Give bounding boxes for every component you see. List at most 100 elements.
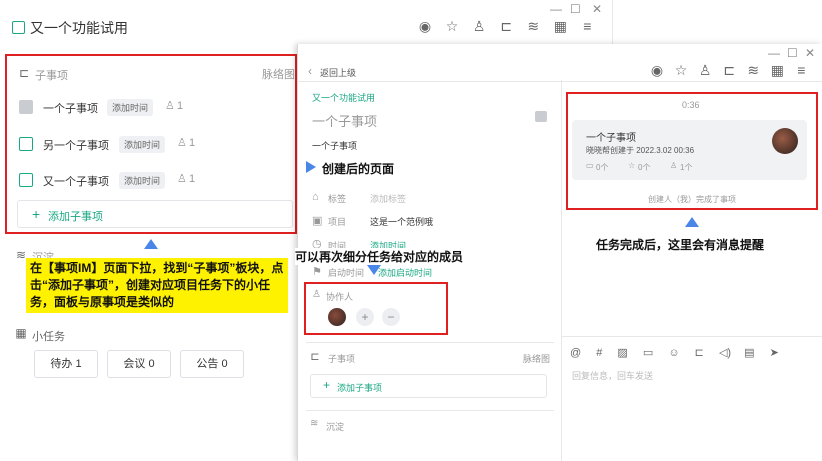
members-icon[interactable]: ♙ (470, 18, 488, 35)
start-time-label: 启动时间 (328, 268, 365, 278)
add-time-tag[interactable]: 添加时间 (119, 136, 166, 153)
back-chevron-icon[interactable]: ‹ (308, 64, 312, 78)
message-input[interactable]: 回复信息，回车发送 (572, 369, 653, 382)
subtasks-panel: ⊏ 子事项 脉络图 一个子事项 添加时间 ♙ 1 另一个子事项 添加时间 ♙ 1… (5, 54, 297, 234)
image-icon[interactable]: ▨ (617, 347, 627, 359)
subtask-icon[interactable]: ⊏ (695, 347, 704, 359)
layers-icon[interactable]: ≋ (524, 18, 542, 35)
subtask-count: 0个 (596, 163, 609, 172)
eye-icon[interactable]: ◉ (416, 18, 434, 35)
tag-label: 标签 (328, 194, 347, 204)
overlay-close-button[interactable]: ✕ (805, 46, 815, 60)
system-message: 创建人（我）完成了事项 (648, 195, 736, 204)
back-link[interactable]: 返回上级 (320, 66, 356, 79)
archive-icon: ≋ (310, 418, 319, 429)
notice-button[interactable]: 公告 0 (180, 350, 244, 378)
parent-link[interactable]: 又一个功能试用 (312, 91, 375, 104)
mail-icon[interactable] (535, 111, 547, 122)
detail-mindmap-link[interactable]: 脉络图 (523, 352, 550, 365)
member-icon: ♙ (165, 100, 175, 112)
subtask-icon[interactable]: ⊏ (497, 18, 515, 35)
card-title: 一个子事项 (586, 133, 636, 144)
avatar[interactable] (328, 308, 346, 326)
project-value[interactable]: 这是一个范例哦 (370, 215, 433, 228)
detail-title: 一个子事项 (312, 114, 378, 129)
member-count: 1 (189, 137, 196, 149)
member-icon: ♙ (177, 173, 187, 185)
collaborators-box: ♙ 协作人 + − (304, 282, 448, 335)
add-time-tag[interactable]: 添加时间 (107, 99, 154, 116)
small-tasks-header: 小任务 (32, 331, 65, 343)
subtask-label[interactable]: 另一个子事项 (43, 137, 109, 153)
apps-icon[interactable]: ▦ (768, 62, 786, 79)
detail-archive-label: 沉淀 (326, 422, 345, 432)
subtask-label[interactable]: 一个子事项 (43, 100, 98, 116)
subtask-count-icon: ▭ (586, 161, 594, 170)
audio-icon[interactable]: ◁) (719, 347, 731, 359)
apps-icon[interactable]: ▦ (551, 18, 569, 35)
meeting-button[interactable]: 会议 0 (107, 350, 171, 378)
star-icon[interactable]: ☆ (443, 18, 461, 35)
subtasks-header: 子事项 (35, 70, 68, 82)
mindmap-link[interactable]: 脉络图 (262, 66, 295, 82)
instruction-note: 在【事项IM】页面下拉，找到“子事项”板块，点击“添加子事项”，创建对应项目任务… (26, 258, 288, 313)
hash-icon[interactable]: # (596, 347, 602, 359)
folder-icon[interactable]: ▭ (643, 347, 653, 359)
list-item[interactable]: 又一个子事项 添加时间 ♙ 1 (19, 171, 289, 191)
chat-toolbar: @ # ▨ ▭ ☺ ⊏ ◁) ▤ ➤ (570, 346, 779, 359)
overlay-toolbar: ◉ ☆ ♙ ⊏ ≋ ▦ ≡ (648, 62, 810, 79)
created-page-callout: 创建后的页面 (322, 162, 395, 176)
callout-arrow-up (685, 217, 699, 227)
flag-icon: ⚑ (312, 266, 322, 278)
add-subtask-button[interactable]: + 添加子事项 (17, 200, 293, 228)
task-card[interactable]: 一个子事项 晓晓帮创建于 2022.3.02 00:36 ▭ 0个 ☆ 0个 ♙… (572, 120, 807, 180)
emoji-icon[interactable]: ☺ (668, 347, 679, 359)
assign-callout: 可以再次细分任务给对应的成员 (295, 248, 464, 265)
subtask-checkbox[interactable] (19, 100, 33, 114)
add-collaborator-button[interactable]: + (356, 308, 374, 326)
callout-arrow-right (306, 161, 316, 173)
remove-collaborator-button[interactable]: − (382, 308, 400, 326)
subtask-checkbox[interactable] (19, 137, 33, 151)
star-icon[interactable]: ☆ (672, 62, 690, 79)
collaborator-icon: ♙ (312, 289, 321, 300)
overlay-minimize-button[interactable]: — (768, 46, 780, 60)
menu-icon[interactable]: ≡ (792, 62, 810, 78)
collaborators-label: 协作人 (326, 292, 354, 302)
at-icon[interactable]: @ (570, 347, 581, 359)
add-tag-field[interactable]: 添加标签 (370, 192, 406, 205)
members-icon[interactable]: ♙ (696, 62, 714, 79)
title-checkbox[interactable] (12, 21, 25, 34)
message-time: 0:36 (682, 100, 700, 110)
subtask-checkbox[interactable] (19, 173, 33, 187)
close-button[interactable]: ✕ (592, 2, 602, 16)
minimize-button[interactable]: — (550, 2, 562, 16)
project-icon: ▣ (312, 215, 323, 227)
subtask-icon: ⊏ (310, 351, 320, 363)
list-item[interactable]: 一个子事项 添加时间 ♙ 1 (19, 98, 289, 118)
send-icon[interactable]: ➤ (770, 347, 779, 359)
layers-icon[interactable]: ≋ (744, 62, 762, 79)
maximize-button[interactable]: ☐ (570, 2, 581, 16)
detail-subtitle: 一个子事项 (312, 141, 358, 151)
grid-icon: ▦ (15, 326, 27, 340)
menu-icon[interactable]: ≡ (578, 18, 596, 34)
subtask-icon[interactable]: ⊏ (720, 62, 738, 79)
todo-button[interactable]: 待办 1 (34, 350, 98, 378)
add-start-time-field[interactable]: 添加启动时间 (378, 266, 432, 279)
screen-icon[interactable]: ▤ (744, 347, 754, 359)
overlay-maximize-button[interactable]: ☐ (787, 46, 798, 60)
avatar[interactable] (772, 128, 798, 154)
detail-add-subtask-button[interactable]: + 添加子事项 (310, 374, 547, 398)
toolbar: ◉ ☆ ♙ ⊏ ≋ ▦ ≡ (416, 18, 596, 35)
project-label: 项目 (328, 217, 347, 227)
eye-icon[interactable]: ◉ (648, 62, 666, 79)
add-time-tag[interactable]: 添加时间 (119, 172, 166, 189)
add-subtask-label: 添加子事项 (48, 211, 103, 223)
detail-subtasks-header: 子事项 (328, 354, 356, 364)
subtask-label[interactable]: 又一个子事项 (43, 173, 109, 189)
plus-icon: + (323, 378, 331, 392)
callout-arrow-up (144, 239, 158, 249)
member-count: 1个 (680, 163, 693, 172)
list-item[interactable]: 另一个子事项 添加时间 ♙ 1 (19, 135, 289, 155)
